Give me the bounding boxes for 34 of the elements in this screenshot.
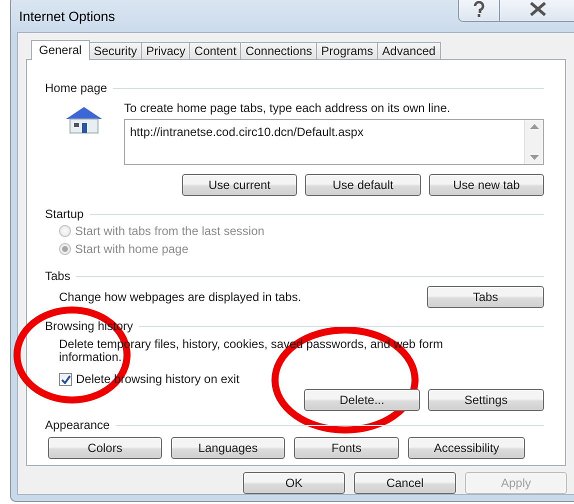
dialog-button[interactable]: Colors xyxy=(48,437,162,459)
dialog-button[interactable]: Cancel xyxy=(354,472,456,494)
dialog-button[interactable]: Fonts xyxy=(294,437,399,459)
checkbox[interactable] xyxy=(59,372,72,386)
dialog-button[interactable]: OK xyxy=(243,472,345,494)
tab[interactable]: Programs xyxy=(316,42,378,59)
dialog-button[interactable]: Use default xyxy=(305,174,421,196)
tabs-description: Change how webpages are displayed in tabs. xyxy=(59,290,302,304)
radio-label: Start with tabs from the last session xyxy=(75,224,264,238)
tab[interactable]: Security xyxy=(88,42,142,59)
instruction-text: To create home page tabs, type each address on its own line. xyxy=(124,101,452,115)
tab[interactable]: Connections xyxy=(240,42,318,59)
dialog-button[interactable]: Settings xyxy=(428,389,544,411)
tab[interactable]: Privacy xyxy=(141,42,190,59)
dialog-button[interactable]: Use current xyxy=(182,174,297,196)
section-heading: Startup xyxy=(45,207,84,221)
tab[interactable]: General xyxy=(31,40,90,60)
dialog-button[interactable]: Use new tab xyxy=(429,174,544,196)
tab[interactable]: Content xyxy=(189,42,242,59)
section-heading: Home page xyxy=(45,81,108,95)
dialog-button[interactable]: Accessibility xyxy=(408,437,525,459)
help-icon[interactable] xyxy=(472,1,486,17)
dialog-button[interactable]: Delete... xyxy=(304,389,420,411)
scroll-down-icon[interactable] xyxy=(530,155,538,160)
tab[interactable]: Advanced xyxy=(377,42,441,59)
address-field[interactable]: http://intranetse.cod.circ10.dcn/Default.aspx xyxy=(124,119,544,165)
dialog-button[interactable]: Languages xyxy=(171,437,285,459)
dialog-button[interactable]: Tabs xyxy=(427,286,544,308)
section-heading: Tabs xyxy=(45,269,70,283)
radio-label: Start with home page xyxy=(75,242,188,256)
scroll-up-icon[interactable] xyxy=(530,124,538,129)
window-title: Internet Options xyxy=(18,8,116,24)
close-icon[interactable] xyxy=(529,2,547,16)
section-heading: Appearance xyxy=(45,418,110,432)
